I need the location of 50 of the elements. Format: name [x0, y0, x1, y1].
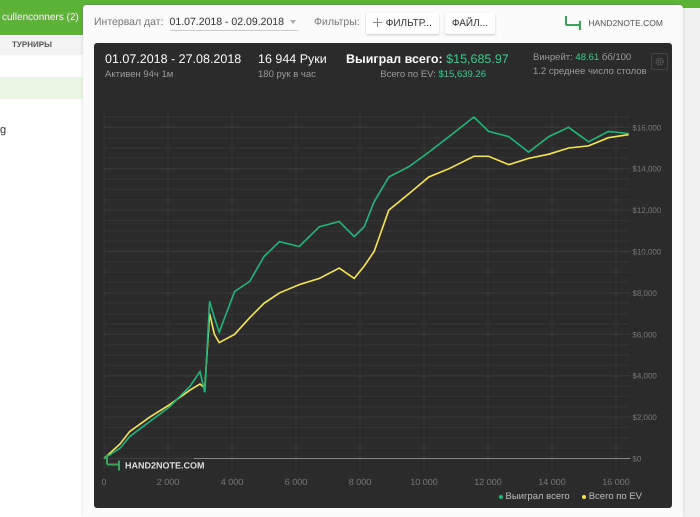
y-tick-label: $16,000: [632, 123, 662, 132]
date-range-dropdown[interactable]: 01.07.2018 - 02.09.2018: [170, 14, 298, 32]
watermark-text: HAND2NOTE.COM: [125, 460, 205, 470]
x-tick-label: 12 000: [474, 477, 502, 487]
settings-icon: [654, 56, 665, 67]
winrate-label: Винрейт:: [533, 52, 573, 63]
file-button[interactable]: ФАЙЛ...: [444, 12, 495, 34]
sidebar-tab[interactable]: ТУРНИРЫ: [0, 35, 83, 55]
x-tick-label: 8 000: [348, 477, 372, 487]
winrate-value: 48.61: [575, 52, 600, 63]
logo-text: HAND2NOTE.COM: [588, 16, 663, 30]
y-tick-label: $2,000: [632, 413, 657, 422]
ev-label: Всего по EV:: [380, 69, 436, 80]
settings-button[interactable]: [651, 53, 668, 70]
sidebar-item[interactable]: g: [0, 119, 83, 141]
ev-value: $15,639.26: [438, 69, 486, 80]
date-period: 01.07.2018 - 27.08.2018: [105, 51, 242, 68]
y-tick-label: $8,000: [632, 288, 657, 298]
y-tick-label: $6,000: [632, 330, 657, 340]
y-tick-label: $10,000: [632, 248, 662, 256]
winrate-unit: бб/100: [602, 52, 632, 63]
y-tick-label: $0: [632, 454, 642, 464]
legend-dot: [498, 495, 502, 500]
plus-icon: [372, 18, 382, 28]
x-tick-label: 2 000: [156, 477, 180, 487]
y-tick-label: $12,000: [632, 206, 662, 216]
filters-label: Фильтры:: [314, 15, 360, 30]
won-value: $15,685.97: [446, 52, 509, 66]
watermark-logo-icon: [106, 454, 120, 472]
caret-icon: [288, 18, 298, 26]
x-tick-label: 16 000: [602, 477, 630, 487]
date-label: Интервал дат:: [94, 15, 164, 30]
tables-average: 1.2 среднее число столов: [533, 65, 648, 80]
active-time: Активен 94ч 1м: [105, 68, 174, 82]
x-tick-label: 4 000: [220, 477, 244, 487]
y-tick-label: $14,000: [632, 164, 662, 174]
legend-label: Выиграл всего: [506, 490, 570, 504]
legend-dot: [582, 495, 586, 500]
add-filter-button[interactable]: ФИЛЬТР...: [366, 12, 439, 34]
legend-label: Всего по EV: [588, 490, 642, 504]
hands-count: 16 944 Руки: [258, 51, 328, 68]
hands-per-hour: 180 рук в час: [258, 68, 317, 82]
x-tick-label: 14 000: [538, 477, 566, 487]
x-tick-label: 6 000: [284, 477, 308, 487]
x-tick-label: 10 000: [410, 477, 438, 487]
y-tick-label: $4,000: [632, 372, 657, 381]
x-tick-label: 0: [102, 477, 106, 487]
logo-icon: [564, 15, 582, 31]
sidebar-item[interactable]: [0, 77, 83, 99]
won-label: Выиграл всего:: [346, 52, 443, 66]
